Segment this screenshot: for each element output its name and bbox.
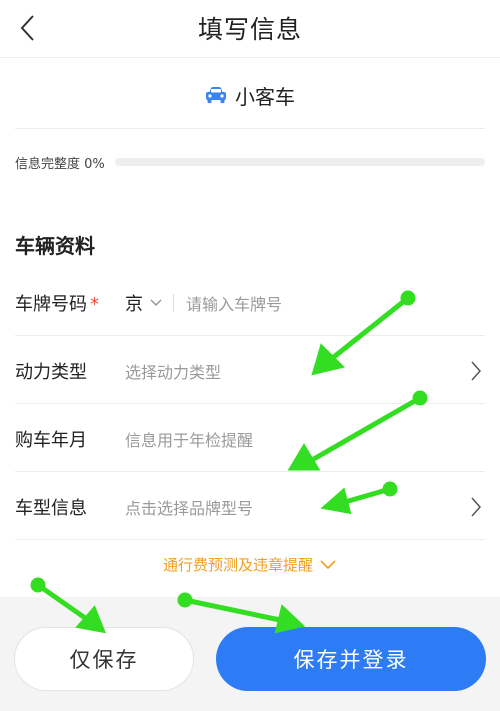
save-and-login-button[interactable]: 保存并登录 (216, 627, 486, 691)
province-value: 京 (125, 293, 143, 315)
completeness-label: 信息完整度 0% (15, 156, 105, 172)
toll-violation-label: 通行费预测及违章提醒 (162, 556, 313, 574)
power-type-label: 动力类型 (15, 361, 87, 383)
chevron-right-icon (467, 359, 485, 383)
power-type-row[interactable]: 动力类型 选择动力类型 (15, 338, 485, 404)
plate-number-input[interactable]: 请输入车牌号 (186, 291, 485, 315)
toll-violation-toggle[interactable]: 通行费预测及违章提醒 (0, 554, 500, 575)
vehicle-model-row[interactable]: 车型信息 点击选择品牌型号 (15, 474, 485, 540)
required-mark: * (90, 293, 99, 315)
vehicle-model-label: 车型信息 (15, 497, 87, 519)
car-icon (206, 87, 226, 103)
vehicle-type-label: 小客车 (235, 84, 295, 109)
vehicle-model-placeholder: 点击选择品牌型号 (125, 498, 254, 518)
page-title: 填写信息 (197, 15, 302, 44)
chevron-down-icon (150, 298, 162, 306)
footer-bar: 仅保存 保存并登录 (0, 597, 500, 711)
divider (15, 128, 485, 129)
completeness-progress-bar (114, 158, 485, 166)
power-type-placeholder: 选择动力类型 (125, 362, 222, 382)
purchase-date-label: 购车年月 (15, 429, 87, 451)
province-select[interactable]: 京 (125, 290, 163, 316)
plate-number-label: 车牌号码 * (15, 293, 99, 315)
chevron-down-icon (320, 559, 336, 569)
vehicle-type-selector[interactable]: 小客车 (0, 70, 500, 120)
separator (173, 293, 174, 312)
purchase-date-row[interactable]: 购车年月 信息用于年检提醒 (15, 406, 485, 472)
completeness-indicator: 信息完整度 0% (15, 150, 485, 174)
section-title: 车辆资料 (15, 234, 95, 258)
plate-number-row: 车牌号码 * 京 请输入车牌号 (15, 270, 485, 336)
header-bar: 填写信息 (0, 0, 500, 58)
save-only-button[interactable]: 仅保存 (14, 627, 194, 691)
chevron-right-icon (467, 495, 485, 519)
purchase-date-placeholder: 信息用于年检提醒 (125, 430, 254, 450)
